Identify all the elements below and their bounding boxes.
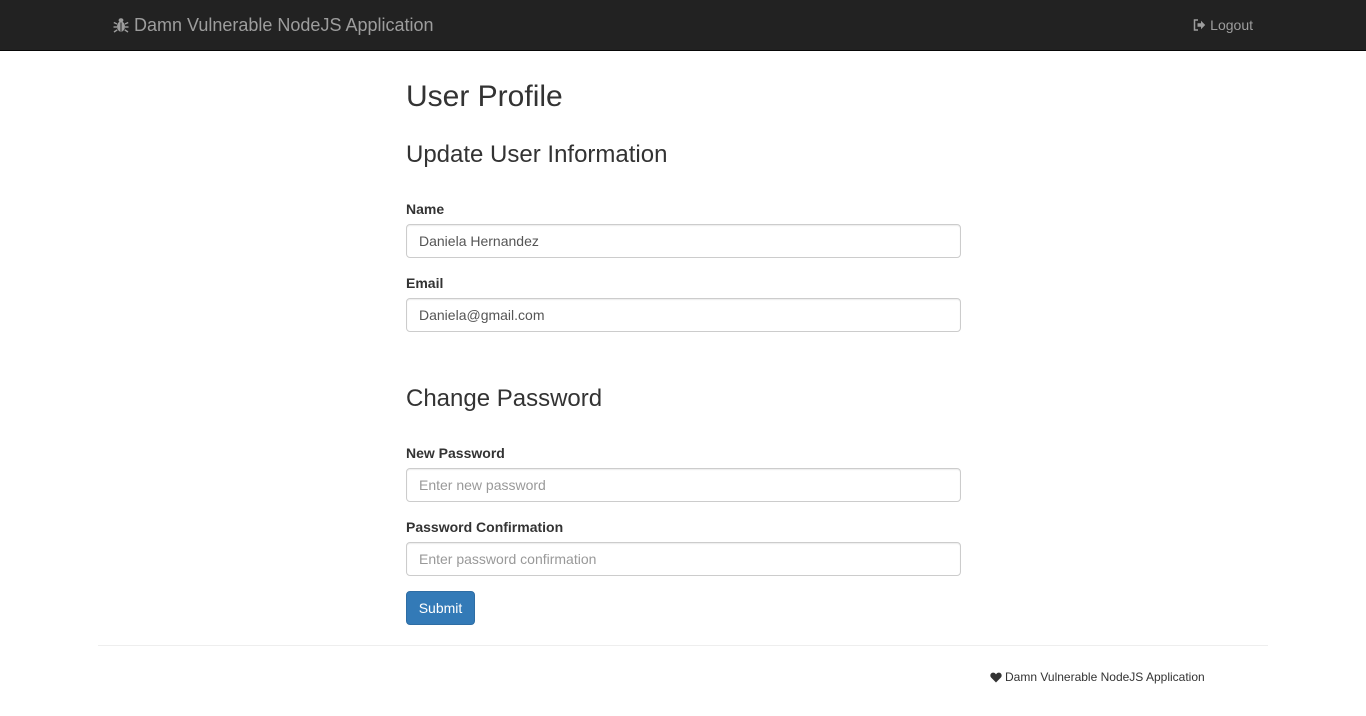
top-navbar: Damn Vulnerable NodeJS Application Logou…: [0, 0, 1366, 51]
footer-text: Damn Vulnerable NodeJS Application: [1005, 670, 1205, 684]
change-password-heading: Change Password: [406, 385, 603, 412]
password-confirmation-input[interactable]: [406, 542, 961, 576]
logout-label: Logout: [1210, 17, 1253, 33]
brand-title: Damn Vulnerable NodeJS Application: [134, 14, 434, 35]
name-label: Name: [406, 201, 445, 217]
update-info-heading: Update User Information: [406, 141, 668, 168]
heart-icon: [990, 672, 1002, 682]
footer-divider: [98, 645, 1268, 646]
new-password-input[interactable]: [406, 468, 961, 502]
password-confirmation-label: Password Confirmation: [406, 519, 564, 535]
email-input[interactable]: [406, 298, 961, 332]
new-password-label: New Password: [406, 445, 505, 461]
navbar-brand[interactable]: Damn Vulnerable NodeJS Application: [113, 14, 434, 36]
logout-link[interactable]: Logout: [1193, 16, 1253, 34]
page-title: User Profile: [406, 80, 563, 113]
name-input[interactable]: [406, 224, 961, 258]
logout-icon: [1193, 19, 1206, 31]
footer: Damn Vulnerable NodeJS Application: [990, 669, 1205, 685]
submit-button[interactable]: Submit: [406, 591, 475, 625]
email-label: Email: [406, 275, 444, 291]
bug-icon: [113, 18, 129, 33]
